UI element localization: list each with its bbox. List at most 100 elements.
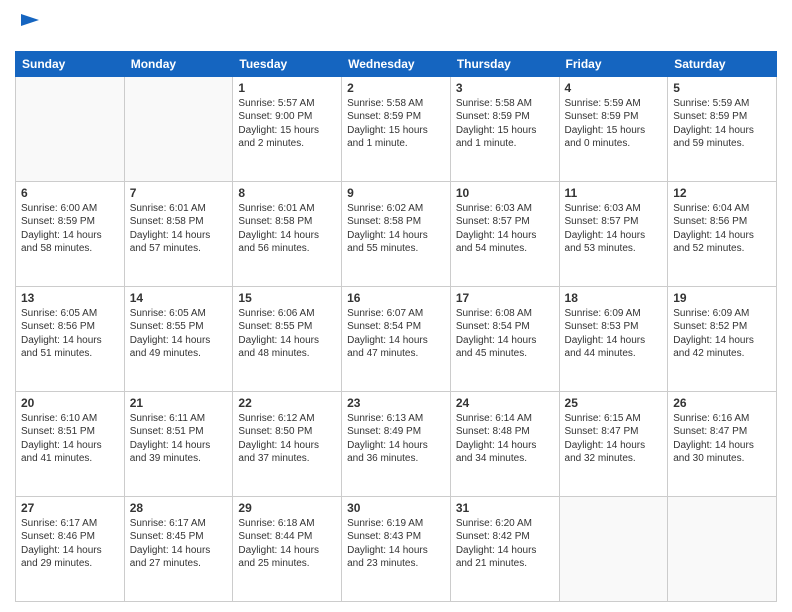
day-number: 1: [238, 81, 336, 95]
logo: [15, 10, 45, 43]
calendar-cell: 13 Sunrise: 6:05 AM Sunset: 8:56 PM Dayli…: [16, 286, 125, 391]
day-number: 2: [347, 81, 445, 95]
calendar-body: 1 Sunrise: 5:57 AM Sunset: 9:00 PM Daylig…: [16, 76, 777, 601]
calendar-cell: 8 Sunrise: 6:01 AM Sunset: 8:58 PM Daylig…: [233, 181, 342, 286]
day-number: 18: [565, 291, 663, 305]
calendar-cell: 25 Sunrise: 6:15 AM Sunset: 8:47 PM Dayli…: [559, 391, 668, 496]
day-number: 15: [238, 291, 336, 305]
calendar-week-row: 20 Sunrise: 6:10 AM Sunset: 8:51 PM Dayli…: [16, 391, 777, 496]
day-number: 9: [347, 186, 445, 200]
calendar-cell: 1 Sunrise: 5:57 AM Sunset: 9:00 PM Daylig…: [233, 76, 342, 181]
day-detail: Sunrise: 6:05 AM Sunset: 8:56 PM Dayligh…: [21, 307, 119, 361]
day-detail: Sunrise: 6:00 AM Sunset: 8:59 PM Dayligh…: [21, 202, 119, 256]
day-number: 20: [21, 396, 119, 410]
calendar-cell: 29 Sunrise: 6:18 AM Sunset: 8:44 PM Dayli…: [233, 496, 342, 601]
day-detail: Sunrise: 5:59 AM Sunset: 8:59 PM Dayligh…: [565, 97, 663, 151]
day-detail: Sunrise: 6:14 AM Sunset: 8:48 PM Dayligh…: [456, 412, 554, 466]
calendar-cell: 7 Sunrise: 6:01 AM Sunset: 8:58 PM Daylig…: [124, 181, 233, 286]
day-detail: Sunrise: 6:15 AM Sunset: 8:47 PM Dayligh…: [565, 412, 663, 466]
calendar-cell: [16, 76, 125, 181]
day-detail: Sunrise: 6:08 AM Sunset: 8:54 PM Dayligh…: [456, 307, 554, 361]
day-number: 25: [565, 396, 663, 410]
dow-header: Saturday: [668, 51, 777, 76]
calendar-cell: 15 Sunrise: 6:06 AM Sunset: 8:55 PM Dayli…: [233, 286, 342, 391]
day-detail: Sunrise: 6:05 AM Sunset: 8:55 PM Dayligh…: [130, 307, 228, 361]
calendar-cell: [559, 496, 668, 601]
dow-header: Friday: [559, 51, 668, 76]
day-number: 16: [347, 291, 445, 305]
day-number: 3: [456, 81, 554, 95]
day-number: 8: [238, 186, 336, 200]
day-detail: Sunrise: 5:59 AM Sunset: 8:59 PM Dayligh…: [673, 97, 771, 151]
calendar-cell: 18 Sunrise: 6:09 AM Sunset: 8:53 PM Dayli…: [559, 286, 668, 391]
dow-header: Thursday: [450, 51, 559, 76]
calendar-cell: 20 Sunrise: 6:10 AM Sunset: 8:51 PM Dayli…: [16, 391, 125, 496]
dow-header: Tuesday: [233, 51, 342, 76]
day-number: 6: [21, 186, 119, 200]
day-detail: Sunrise: 6:17 AM Sunset: 8:45 PM Dayligh…: [130, 517, 228, 571]
calendar-cell: 14Sunrise: 6:05 AM Sunset: 8:55 PM Dayli…: [124, 286, 233, 391]
day-detail: Sunrise: 6:03 AM Sunset: 8:57 PM Dayligh…: [456, 202, 554, 256]
day-number: 21: [130, 396, 228, 410]
calendar-cell: 31Sunrise: 6:20 AM Sunset: 8:42 PM Dayli…: [450, 496, 559, 601]
day-detail: Sunrise: 6:10 AM Sunset: 8:51 PM Dayligh…: [21, 412, 119, 466]
calendar-cell: [668, 496, 777, 601]
day-number: 12: [673, 186, 771, 200]
calendar-cell: 22 Sunrise: 6:12 AM Sunset: 8:50 PM Dayli…: [233, 391, 342, 496]
day-number: 17: [456, 291, 554, 305]
day-detail: Sunrise: 6:11 AM Sunset: 8:51 PM Dayligh…: [130, 412, 228, 466]
header: [15, 10, 777, 43]
calendar-cell: [124, 76, 233, 181]
logo-flag-icon: [17, 10, 45, 38]
day-detail: Sunrise: 6:09 AM Sunset: 8:53 PM Dayligh…: [565, 307, 663, 361]
day-detail: Sunrise: 6:12 AM Sunset: 8:50 PM Dayligh…: [238, 412, 336, 466]
calendar-week-row: 1 Sunrise: 5:57 AM Sunset: 9:00 PM Daylig…: [16, 76, 777, 181]
day-number: 22: [238, 396, 336, 410]
calendar-week-row: 27 Sunrise: 6:17 AM Sunset: 8:46 PM Dayli…: [16, 496, 777, 601]
day-detail: Sunrise: 6:06 AM Sunset: 8:55 PM Dayligh…: [238, 307, 336, 361]
calendar-week-row: 6 Sunrise: 6:00 AM Sunset: 8:59 PM Daylig…: [16, 181, 777, 286]
day-number: 7: [130, 186, 228, 200]
calendar-table: SundayMondayTuesdayWednesdayThursdayFrid…: [15, 51, 777, 602]
calendar-cell: 9Sunrise: 6:02 AM Sunset: 8:58 PM Daylig…: [342, 181, 451, 286]
day-number: 29: [238, 501, 336, 515]
dow-header: Wednesday: [342, 51, 451, 76]
day-number: 31: [456, 501, 554, 515]
calendar-cell: 28 Sunrise: 6:17 AM Sunset: 8:45 PM Dayli…: [124, 496, 233, 601]
calendar-cell: 12 Sunrise: 6:04 AM Sunset: 8:56 PM Dayli…: [668, 181, 777, 286]
page: SundayMondayTuesdayWednesdayThursdayFrid…: [0, 0, 792, 612]
day-detail: Sunrise: 6:09 AM Sunset: 8:52 PM Dayligh…: [673, 307, 771, 361]
calendar-cell: 10 Sunrise: 6:03 AM Sunset: 8:57 PM Dayli…: [450, 181, 559, 286]
days-of-week-row: SundayMondayTuesdayWednesdayThursdayFrid…: [16, 51, 777, 76]
day-detail: Sunrise: 6:19 AM Sunset: 8:43 PM Dayligh…: [347, 517, 445, 571]
day-detail: Sunrise: 6:01 AM Sunset: 8:58 PM Dayligh…: [130, 202, 228, 256]
day-number: 27: [21, 501, 119, 515]
dow-header: Monday: [124, 51, 233, 76]
day-detail: Sunrise: 6:04 AM Sunset: 8:56 PM Dayligh…: [673, 202, 771, 256]
day-detail: Sunrise: 5:58 AM Sunset: 8:59 PM Dayligh…: [456, 97, 554, 151]
day-detail: Sunrise: 6:07 AM Sunset: 8:54 PM Dayligh…: [347, 307, 445, 361]
day-detail: Sunrise: 6:18 AM Sunset: 8:44 PM Dayligh…: [238, 517, 336, 571]
day-number: 5: [673, 81, 771, 95]
calendar-cell: 16 Sunrise: 6:07 AM Sunset: 8:54 PM Dayli…: [342, 286, 451, 391]
day-number: 23: [347, 396, 445, 410]
day-number: 13: [21, 291, 119, 305]
calendar-cell: 4 Sunrise: 5:59 AM Sunset: 8:59 PM Daylig…: [559, 76, 668, 181]
day-detail: Sunrise: 6:16 AM Sunset: 8:47 PM Dayligh…: [673, 412, 771, 466]
dow-header: Sunday: [16, 51, 125, 76]
day-detail: Sunrise: 6:01 AM Sunset: 8:58 PM Dayligh…: [238, 202, 336, 256]
day-number: 4: [565, 81, 663, 95]
calendar-cell: 30Sunrise: 6:19 AM Sunset: 8:43 PM Dayli…: [342, 496, 451, 601]
calendar-cell: 17 Sunrise: 6:08 AM Sunset: 8:54 PM Dayli…: [450, 286, 559, 391]
calendar-cell: 27 Sunrise: 6:17 AM Sunset: 8:46 PM Dayli…: [16, 496, 125, 601]
calendar-cell: 3 Sunrise: 5:58 AM Sunset: 8:59 PM Daylig…: [450, 76, 559, 181]
day-number: 28: [130, 501, 228, 515]
day-number: 24: [456, 396, 554, 410]
day-number: 10: [456, 186, 554, 200]
day-detail: Sunrise: 6:17 AM Sunset: 8:46 PM Dayligh…: [21, 517, 119, 571]
day-detail: Sunrise: 6:03 AM Sunset: 8:57 PM Dayligh…: [565, 202, 663, 256]
day-detail: Sunrise: 5:57 AM Sunset: 9:00 PM Dayligh…: [238, 97, 336, 151]
day-number: 11: [565, 186, 663, 200]
calendar-cell: 6 Sunrise: 6:00 AM Sunset: 8:59 PM Daylig…: [16, 181, 125, 286]
day-detail: Sunrise: 5:58 AM Sunset: 8:59 PM Dayligh…: [347, 97, 445, 151]
